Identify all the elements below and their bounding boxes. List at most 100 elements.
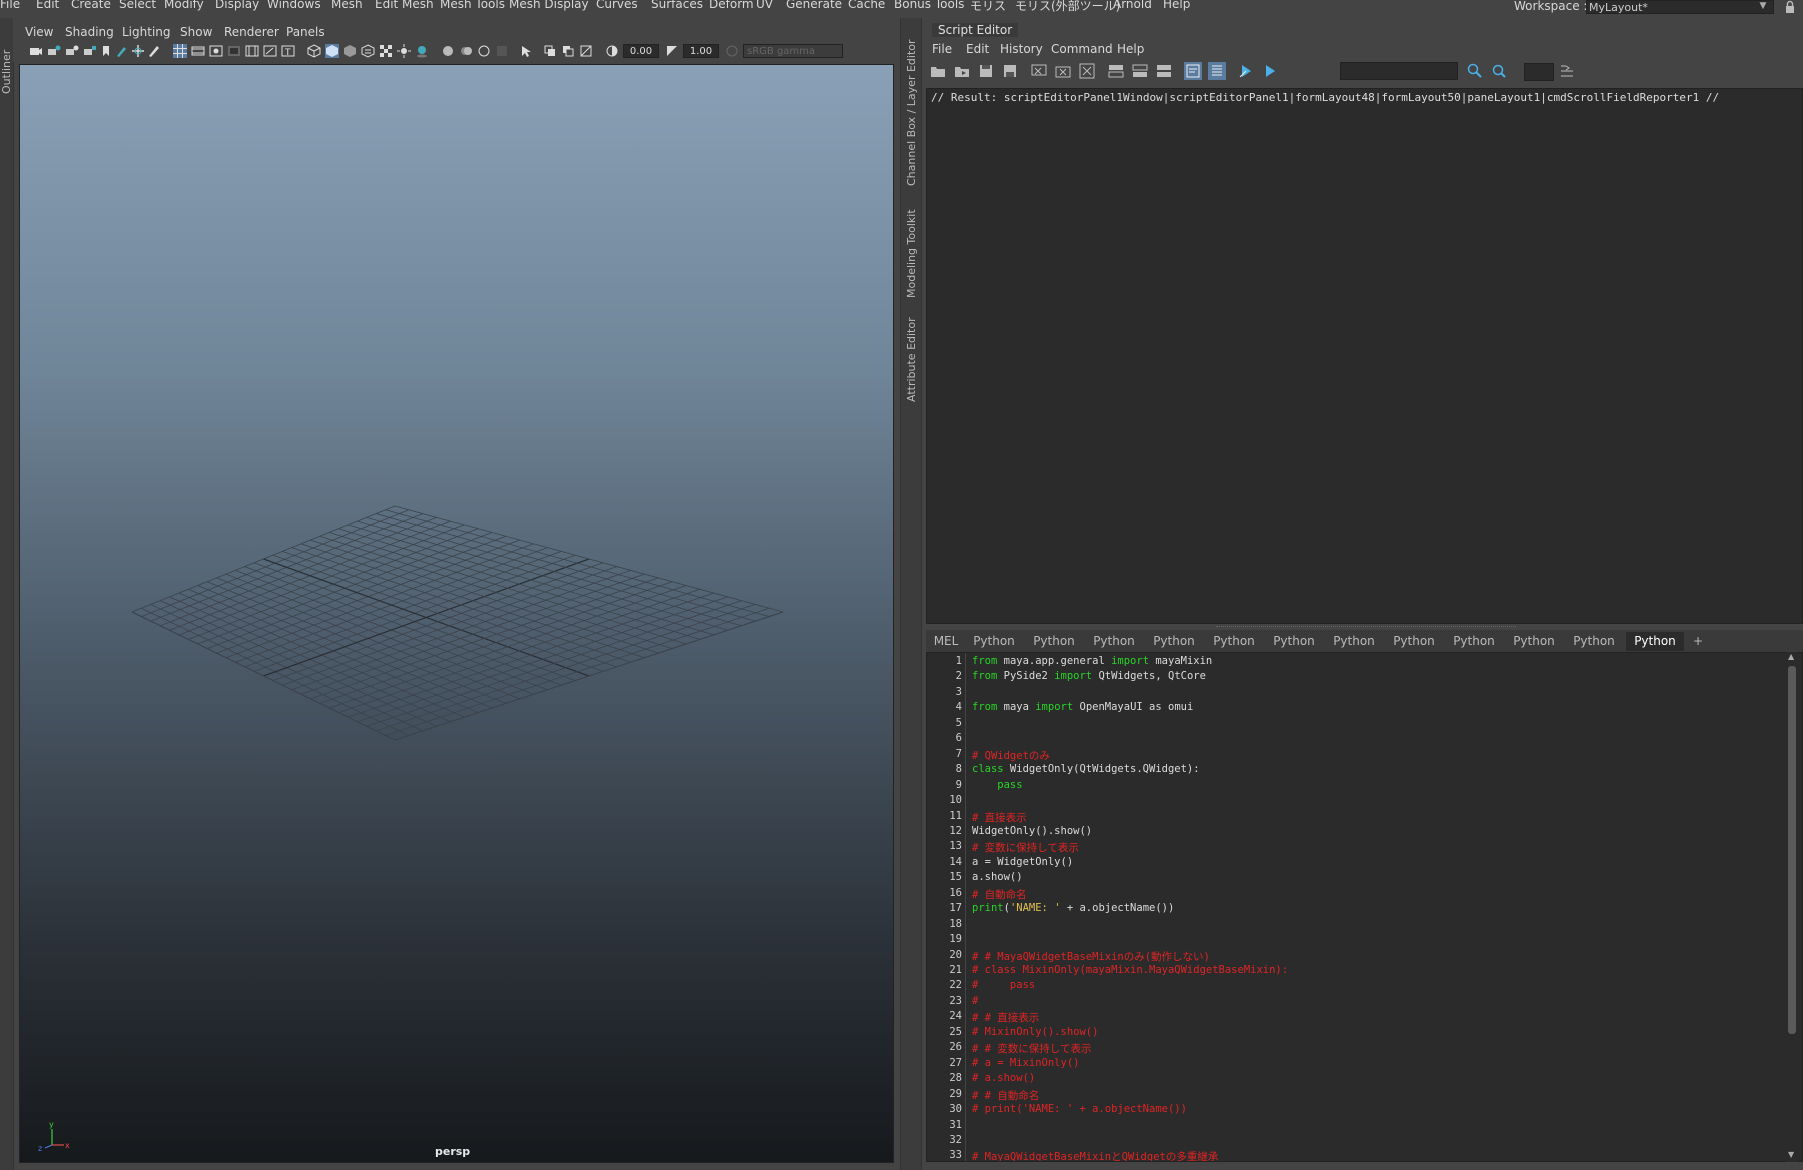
search-icon[interactable] (1466, 62, 1484, 80)
main-menu-item[interactable]: Modify (164, 0, 204, 11)
main-menu-item[interactable]: Create (71, 0, 111, 11)
scrollbar-thumb[interactable] (1788, 666, 1796, 1034)
script-tab[interactable]: Python (1506, 632, 1562, 651)
main-menu-item[interactable]: Mesh Display (509, 0, 589, 11)
field-chart-icon[interactable] (245, 44, 259, 58)
script-editor-title[interactable]: Script Editor (932, 23, 1019, 37)
script-tab[interactable]: Python (1626, 632, 1684, 651)
main-menu-item[interactable]: Deform (709, 0, 754, 11)
script-editor-menu-item[interactable]: File (932, 42, 952, 56)
grid-toggle-icon[interactable] (173, 44, 187, 58)
execute-icon[interactable] (1261, 62, 1279, 80)
main-menu-item[interactable]: Select (119, 0, 156, 11)
source-script-icon[interactable] (953, 62, 971, 80)
view-transform-icon[interactable] (725, 44, 739, 58)
safe-action-icon[interactable] (263, 44, 277, 58)
indent-icon[interactable] (1558, 62, 1576, 80)
xray-icon[interactable] (543, 44, 557, 58)
clear-input-icon[interactable] (1054, 62, 1072, 80)
motion-blur-icon[interactable] (459, 44, 473, 58)
main-menu-item[interactable]: Arnold (1113, 0, 1152, 11)
gate-mask-icon[interactable] (227, 44, 241, 58)
script-output-pane[interactable]: // Result: scriptEditorPanel1Window|scri… (926, 88, 1803, 624)
lights-icon[interactable] (397, 44, 411, 58)
textured-icon[interactable] (361, 44, 375, 58)
open-script-icon[interactable] (929, 62, 947, 80)
script-tab[interactable]: MEL (931, 632, 961, 651)
screen-space-ao-icon[interactable] (441, 44, 455, 58)
viewport-menu-item[interactable]: Shading (65, 25, 114, 39)
main-menu-item[interactable]: File (0, 0, 20, 11)
viewport-menu-item[interactable]: View (25, 25, 53, 39)
3d-viewport[interactable]: y x z (19, 64, 894, 1163)
exposure-field[interactable]: 0.00 (623, 44, 659, 58)
script-tab[interactable]: Python (1446, 632, 1502, 651)
xray-joints-icon[interactable] (561, 44, 575, 58)
channel-box-tab[interactable]: Channel Box / Layer Editor (905, 39, 918, 186)
main-menu-item[interactable]: Surfaces (651, 0, 703, 11)
save-to-shelf-icon[interactable] (1001, 62, 1019, 80)
script-tab[interactable]: Python (966, 632, 1022, 651)
main-menu-item[interactable]: UV (756, 0, 773, 11)
resolution-gate-icon[interactable] (209, 44, 223, 58)
main-menu-item[interactable]: Mesh Tools (440, 0, 505, 11)
save-script-icon[interactable] (977, 62, 995, 80)
chevron-down-icon[interactable]: ▼ (1754, 1, 1772, 13)
clear-history-icon[interactable] (1030, 62, 1048, 80)
wireframe-icon[interactable] (307, 44, 321, 58)
script-tab[interactable]: Python (1326, 632, 1382, 651)
image-plane-icon[interactable] (83, 44, 97, 58)
workspace-dropdown[interactable]: MyLayout* (1586, 0, 1774, 14)
script-editor-menu-item[interactable]: Edit (966, 42, 989, 56)
smooth-shade-icon[interactable] (325, 44, 339, 58)
viewport-menu-item[interactable]: Renderer (224, 25, 279, 39)
echo-commands-icon[interactable] (1184, 62, 1202, 80)
script-input-editor[interactable]: 1 2 3 4 5 6 7 8 9 10 11 12 13 14 15 16 17 18 19 20 21 22 23 24 2… (926, 652, 1803, 1162)
safe-title-icon[interactable]: T (281, 44, 295, 58)
film-gate-icon[interactable] (191, 44, 205, 58)
show-history-icon[interactable] (1107, 62, 1125, 80)
wireframe-on-shaded-icon[interactable] (343, 44, 357, 58)
show-both-icon[interactable] (1155, 62, 1173, 80)
lock-icon[interactable] (1783, 0, 1797, 14)
script-tab[interactable]: Python (1026, 632, 1082, 651)
exposure-icon[interactable] (605, 44, 619, 58)
checker-icon[interactable] (379, 44, 393, 58)
clear-all-icon[interactable] (1078, 62, 1096, 80)
script-tab[interactable]: Python (1566, 632, 1622, 651)
attribute-editor-tab[interactable]: Attribute Editor (905, 317, 918, 402)
main-menu-item[interactable]: Bonus Tools (894, 0, 964, 11)
viewport-menu-item[interactable]: Show (180, 25, 212, 39)
outliner-tab[interactable]: Outliner (0, 50, 13, 94)
add-tab-button[interactable]: + (1688, 632, 1708, 651)
gamma-field[interactable]: 1.00 (683, 44, 719, 58)
main-menu-item[interactable]: Curves (596, 0, 638, 11)
goto-line-field[interactable] (1524, 63, 1554, 81)
xray-components-icon[interactable] (579, 44, 593, 58)
script-editor-menu-item[interactable]: History (1000, 42, 1043, 56)
main-menu-item[interactable]: Edit (36, 0, 59, 11)
script-tab[interactable]: Python (1086, 632, 1142, 651)
shadows-icon[interactable] (415, 44, 429, 58)
show-input-icon[interactable] (1131, 62, 1149, 80)
line-numbers-icon[interactable] (1208, 62, 1226, 80)
2d-pan-zoom-icon[interactable] (131, 44, 145, 58)
main-menu-item[interactable]: Help (1163, 0, 1190, 11)
search-field[interactable] (1340, 62, 1458, 80)
script-editor-menu-item[interactable]: Help (1117, 42, 1144, 56)
main-menu-item[interactable]: Edit Mesh (375, 0, 434, 11)
grease-pencil-icon[interactable] (115, 44, 129, 58)
script-tab[interactable]: Python (1146, 632, 1202, 651)
script-tab[interactable]: Python (1386, 632, 1442, 651)
script-tab[interactable]: Python (1206, 632, 1262, 651)
gamma-icon[interactable] (665, 44, 679, 58)
main-menu-item[interactable]: Windows (267, 0, 321, 11)
viewport-menu-item[interactable]: Lighting (122, 25, 171, 39)
viewport-menu-item[interactable]: Panels (286, 25, 325, 39)
bookmark-icon[interactable] (99, 44, 113, 58)
script-editor-menu-item[interactable]: Command (1051, 42, 1113, 56)
depth-of-field-icon[interactable] (495, 44, 509, 58)
main-menu-item[interactable]: モリス (970, 0, 1006, 14)
grease-pencil-tool-icon[interactable] (147, 44, 161, 58)
main-menu-item[interactable]: Generate (786, 0, 842, 11)
